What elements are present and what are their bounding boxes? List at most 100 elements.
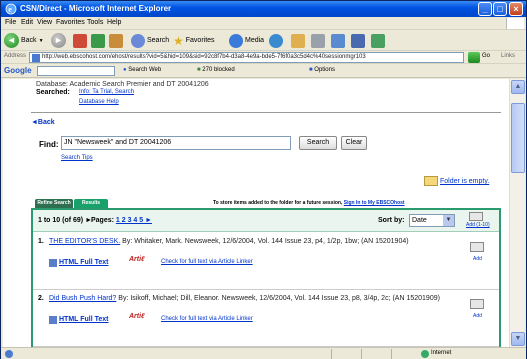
security-zone-label: Internet <box>431 350 452 356</box>
menu-tools[interactable]: Tools <box>87 19 103 26</box>
database-help-link[interactable]: Database Help <box>79 99 119 105</box>
refresh-icon <box>91 33 105 48</box>
svg-text:e: e <box>8 5 12 14</box>
media-button[interactable]: Media <box>229 32 264 49</box>
refresh-button[interactable] <box>91 32 105 49</box>
history-button[interactable] <box>269 32 283 49</box>
add-to-folder-link[interactable]: Add <box>473 256 482 262</box>
google-search-web-button[interactable]: ● Search Web <box>123 67 161 73</box>
back-link[interactable]: ◄Back <box>31 119 55 126</box>
add-to-folder-link[interactable]: Add <box>473 313 482 319</box>
result-citation: THE EDITOR'S DESK. By: Whitaker, Mark. N… <box>49 237 449 246</box>
minimize-button[interactable]: _ <box>478 2 492 16</box>
edit-button[interactable] <box>331 32 345 49</box>
google-search-icon: ● <box>123 67 127 73</box>
google-toolbar: Google ● Search Web ■ 270 blocked ■ Opti… <box>1 64 526 78</box>
tab-results[interactable]: Results <box>74 199 108 208</box>
add-all-link[interactable]: Add (1-10) <box>466 222 490 228</box>
home-icon <box>109 33 123 48</box>
result-meta: By: Isikoff, Michael; Dill, Eleanor. New… <box>116 295 440 302</box>
menu-view[interactable]: View <box>37 19 52 26</box>
favorites-button[interactable]: ★ Favorites <box>173 32 215 49</box>
stop-icon <box>73 33 87 48</box>
close-button[interactable]: × <box>509 2 523 16</box>
forward-button[interactable]: ► <box>51 32 66 49</box>
popup-blocked-button[interactable]: ■ 270 blocked <box>197 67 235 73</box>
internet-zone-icon <box>421 350 429 358</box>
back-arrow-icon: ◄ <box>4 33 19 48</box>
mail-icon <box>291 33 305 48</box>
address-url: http://web.ebscohost.com/ehost/results?v… <box>42 54 366 60</box>
discuss-button[interactable] <box>351 32 365 49</box>
menu-file[interactable]: File <box>5 19 16 26</box>
status-divider <box>331 349 332 359</box>
results-range[interactable]: 1 to 10 (of 69) ► <box>38 217 92 224</box>
article-linker-link[interactable]: Check for full text via Article Linker <box>161 316 253 322</box>
blocked-label: 270 blocked <box>202 67 235 73</box>
google-options-button[interactable]: ■ Options <box>309 67 335 73</box>
folder-icon[interactable] <box>424 176 438 186</box>
result-title-link[interactable]: THE EDITOR'S DESK. <box>49 238 120 245</box>
browser-window: e CSN/Direct - Microsoft Internet Explor… <box>0 0 527 359</box>
scroll-thumb[interactable] <box>511 103 525 173</box>
chevron-down-icon: ▼ <box>443 215 454 226</box>
result-title-link[interactable]: Did Bush Push Hard? <box>49 295 116 302</box>
mail-button[interactable] <box>291 32 305 49</box>
clear-button[interactable]: Clear <box>341 136 367 150</box>
internet-explorer-icon: e <box>5 3 17 15</box>
html-full-text-link[interactable]: HTML Full Text <box>59 259 109 266</box>
search-web-label: Search Web <box>128 67 162 73</box>
google-search-input[interactable] <box>37 66 115 76</box>
folder-empty-link[interactable]: Folder is empty. <box>440 178 489 185</box>
database-line: Database: Academic Search Premier and DT… <box>36 81 209 88</box>
tab-refine-search[interactable]: Refine Search <box>35 199 73 208</box>
page-icon <box>32 54 40 62</box>
sign-in-link[interactable]: Sign In to My EBSCOhost <box>344 200 405 206</box>
vertical-scrollbar[interactable]: ▲ ▼ <box>509 79 525 347</box>
result-item: 2. Did Bush Push Hard? By: Isikoff, Mich… <box>33 291 499 347</box>
home-button[interactable] <box>109 32 123 49</box>
go-arrow-icon[interactable] <box>468 52 480 63</box>
result-citation: Did Bush Push Hard? By: Isikoff, Michael… <box>49 294 449 303</box>
scroll-down-icon[interactable]: ▼ <box>511 332 525 346</box>
results-panel: 1 to 10 (of 69) ► Pages: 1 2 3 4 5 ► Sor… <box>31 208 501 347</box>
folder-add-icon[interactable] <box>470 242 484 252</box>
divider <box>31 112 501 113</box>
sort-value: Date <box>412 217 427 224</box>
page-links[interactable]: 1 2 3 4 5 ► <box>116 217 152 224</box>
maximize-button[interactable]: □ <box>493 2 507 16</box>
searched-link[interactable]: Info: Ta Trial, Search <box>79 89 134 95</box>
html-full-text-link[interactable]: HTML Full Text <box>59 316 109 323</box>
search-button[interactable]: Search <box>131 32 169 49</box>
address-input[interactable]: http://web.ebscohost.com/ehost/results?v… <box>29 52 464 63</box>
back-button[interactable]: ◄ Back ▼ <box>4 32 44 49</box>
menu-help[interactable]: Help <box>107 19 121 26</box>
article-linker-link[interactable]: Check for full text via Article Linker <box>161 259 253 265</box>
folder-add-icon[interactable] <box>470 299 484 309</box>
result-meta: By: Whitaker, Mark. Newsweek, 12/6/2004,… <box>120 238 409 245</box>
menu-favorites[interactable]: Favorites <box>56 19 85 26</box>
stop-button[interactable] <box>73 32 87 49</box>
links-button[interactable]: Links <box>501 53 515 59</box>
scroll-up-icon[interactable]: ▲ <box>511 80 525 94</box>
go-button[interactable]: Go <box>482 53 490 59</box>
status-divider <box>391 349 392 359</box>
print-icon <box>311 33 325 48</box>
article-linker-logo[interactable]: Artiℓ <box>129 313 145 320</box>
add-all-folder-icon[interactable] <box>469 212 483 221</box>
find-input[interactable]: JN "Newsweek" and DT 20041206 <box>61 136 291 150</box>
menu-bar: File Edit View Favorites Tools Help <box>1 17 526 30</box>
article-linker-logo[interactable]: Artiℓ <box>129 256 145 263</box>
google-logo[interactable]: Google <box>4 66 32 75</box>
media-icon <box>229 33 243 48</box>
search-tips-link[interactable]: Search Tips <box>61 155 93 161</box>
sort-select[interactable]: Date ▼ <box>409 214 455 227</box>
windows-logo-icon <box>506 18 524 29</box>
menu-edit[interactable]: Edit <box>21 19 33 26</box>
result-number: 1. <box>38 238 44 245</box>
status-divider <box>361 349 362 359</box>
result-item: 1. THE EDITOR'S DESK. By: Whitaker, Mark… <box>33 234 499 290</box>
messenger-button[interactable] <box>371 32 385 49</box>
print-button[interactable] <box>311 32 325 49</box>
search-submit-button[interactable]: Search <box>299 136 337 150</box>
